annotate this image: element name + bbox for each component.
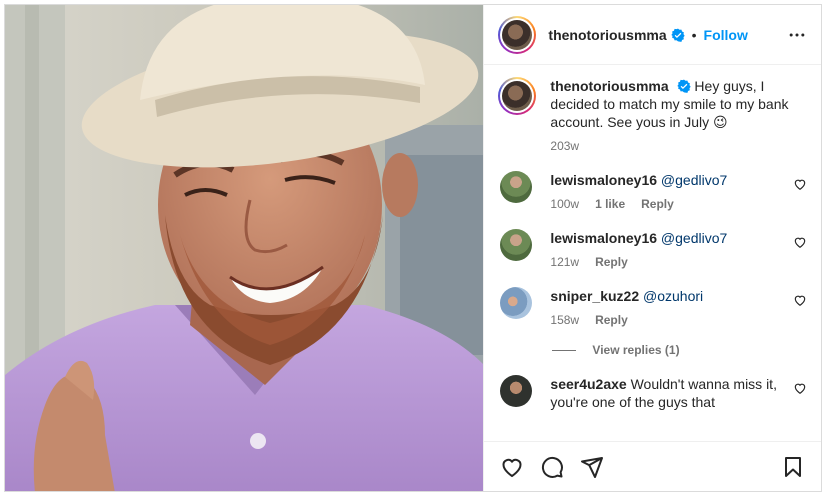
comment-item: sniper_kuz22 @ozuhori 158w Reply (498, 287, 807, 327)
post-photo (5, 5, 484, 491)
comment-item: lewismaloney16 @gedlivo7 100w 1 like Rep… (498, 171, 807, 211)
commenter-avatar[interactable] (500, 287, 533, 319)
reply-button[interactable]: Reply (641, 197, 674, 211)
comment-username[interactable]: lewismaloney16 (550, 230, 657, 246)
comment-username[interactable]: lewismaloney16 (550, 172, 657, 188)
follow-button[interactable]: Follow (704, 27, 748, 43)
verified-badge-icon (676, 79, 691, 93)
comment-time[interactable]: 121w (550, 255, 579, 269)
comment-username[interactable]: seer4u2axe (550, 376, 626, 392)
comment-time[interactable]: 100w (550, 197, 579, 211)
reply-button[interactable]: Reply (595, 313, 628, 327)
commenter-avatar[interactable] (500, 229, 533, 261)
author-avatar[interactable] (498, 15, 537, 54)
caption-avatar[interactable] (498, 77, 537, 115)
action-bar (484, 441, 821, 491)
reply-button[interactable]: Reply (595, 255, 628, 269)
separator-dot: • (691, 26, 697, 43)
bookmark-icon[interactable] (779, 453, 807, 481)
caption-time[interactable]: 203w (550, 139, 579, 153)
comment-time[interactable]: 158w (550, 313, 579, 327)
comment-mention[interactable]: @ozuhori (643, 288, 703, 304)
heart-icon[interactable] (793, 177, 807, 191)
comment-likes[interactable]: 1 like (595, 197, 625, 211)
comment-item: lewismaloney16 @gedlivo7 121w Reply (498, 229, 807, 269)
comment-mention[interactable]: @gedlivo7 (661, 230, 727, 246)
comment-username[interactable]: sniper_kuz22 (550, 288, 639, 304)
comment-mention[interactable]: @gedlivo7 (661, 172, 727, 188)
view-replies-label: View replies (1) (592, 343, 680, 357)
share-icon[interactable] (578, 453, 606, 481)
post-panel: thenotoriousmma • Follow thenotoriousmma (483, 5, 821, 491)
commenter-avatar[interactable] (500, 375, 533, 407)
commenter-avatar[interactable] (500, 171, 533, 203)
comment-item: seer4u2axe Wouldn't wanna miss it, you'r… (498, 375, 807, 411)
comment-icon[interactable] (538, 453, 566, 481)
verified-badge-icon (670, 28, 685, 42)
author-username[interactable]: thenotoriousmma (548, 27, 666, 43)
replies-divider (552, 349, 577, 351)
caption-username[interactable]: thenotoriousmma (550, 78, 668, 94)
heart-icon[interactable] (793, 293, 807, 307)
heart-icon[interactable] (498, 453, 526, 481)
caption: thenotoriousmma Hey guys, I decided to m… (498, 77, 807, 153)
comments-list[interactable]: thenotoriousmma Hey guys, I decided to m… (484, 65, 821, 441)
post-dialog: thenotoriousmma • Follow thenotoriousmma (4, 4, 822, 492)
view-replies-button[interactable]: View replies (1) (552, 343, 807, 357)
post-header: thenotoriousmma • Follow (484, 5, 821, 65)
heart-icon[interactable] (793, 381, 807, 395)
heart-icon[interactable] (793, 235, 807, 249)
post-media[interactable] (5, 5, 484, 491)
more-options-icon[interactable] (785, 23, 809, 47)
